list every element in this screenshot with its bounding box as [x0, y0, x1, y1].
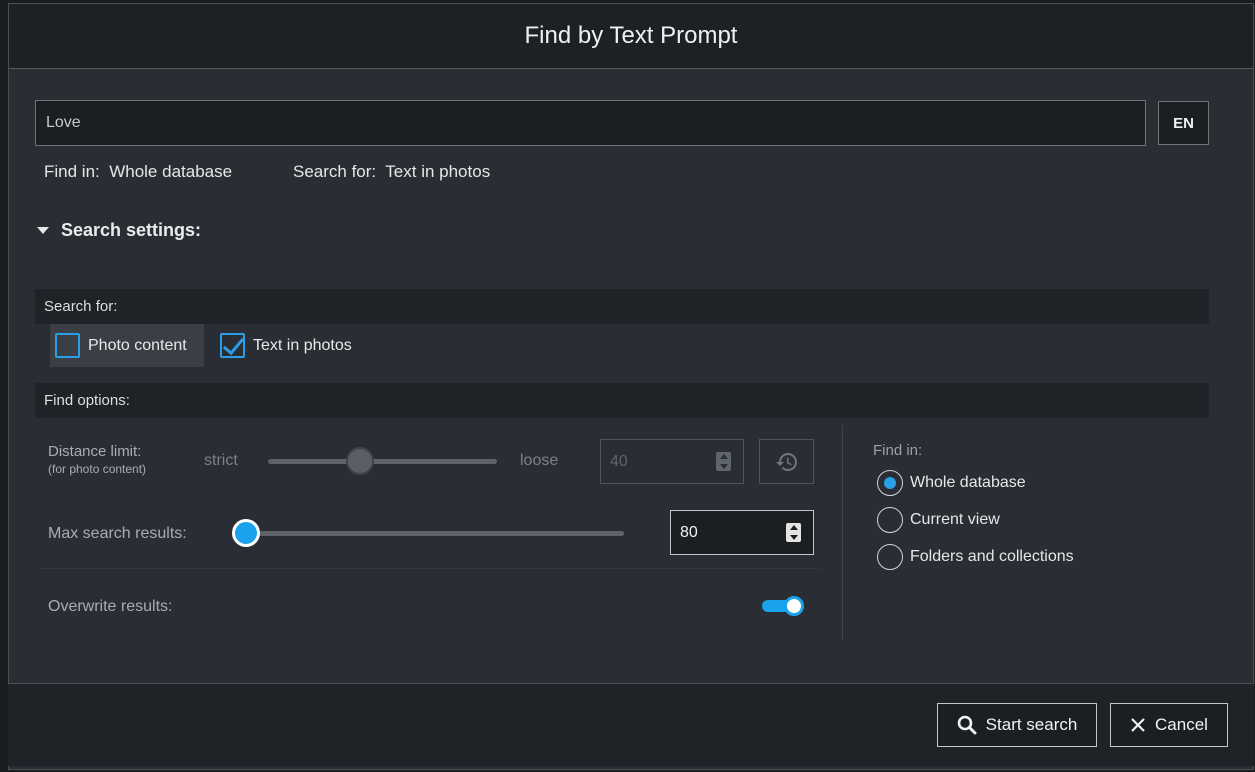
max-results-field[interactable]: 80 — [670, 510, 814, 555]
folders-collections-label: Folders and collections — [910, 548, 1074, 565]
text-in-photos-label: Text in photos — [253, 336, 352, 354]
options-divider — [40, 568, 820, 569]
distance-limit-label: Distance limit: — [48, 443, 142, 460]
summary-search-for-label: Search for: — [293, 162, 377, 181]
start-search-button[interactable]: Start search — [937, 703, 1097, 747]
find-in-divider — [842, 425, 843, 640]
cancel-button[interactable]: Cancel — [1110, 703, 1228, 747]
search-icon — [957, 715, 977, 735]
max-results-value: 80 — [680, 523, 698, 541]
photo-content-checkbox[interactable]: Photo content — [50, 324, 204, 367]
cancel-label: Cancel — [1155, 715, 1208, 734]
search-for-section-header: Search for: — [35, 289, 1209, 324]
overwrite-results-label: Overwrite results: — [48, 598, 173, 615]
summary-search-for-value: Text in photos — [385, 162, 491, 181]
triangle-down-icon — [37, 227, 49, 234]
max-results-label: Max search results: — [48, 525, 187, 542]
find-in-current-view-radio[interactable]: Current view — [877, 507, 1000, 533]
radio-selected-icon — [877, 470, 903, 496]
overwrite-results-toggle[interactable] — [762, 595, 804, 617]
history-icon — [775, 452, 797, 471]
reset-distance-button[interactable] — [759, 439, 814, 484]
distance-loose-label: loose — [520, 452, 559, 469]
find-in-whole-database-radio[interactable]: Whole database — [877, 470, 1026, 496]
max-results-slider-track[interactable] — [245, 531, 624, 536]
distance-value-field[interactable]: 40 — [600, 439, 744, 484]
current-view-label: Current view — [910, 511, 1000, 528]
start-search-label: Start search — [985, 715, 1078, 734]
find-options-section-header: Find options: — [35, 383, 1209, 418]
checkbox-icon — [55, 333, 80, 358]
summary-search-for: Search for: Text in photos — [293, 162, 490, 182]
search-settings-label: Search settings: — [61, 220, 202, 240]
text-prompt-input[interactable] — [35, 100, 1146, 146]
distance-limit-sublabel: (for photo content) — [48, 462, 147, 476]
summary-find-in-value: Whole database — [109, 162, 233, 181]
distance-slider-thumb[interactable] — [346, 447, 374, 475]
whole-database-label: Whole database — [910, 474, 1026, 491]
distance-slider-track[interactable] — [268, 459, 497, 464]
checkbox-checked-icon — [220, 333, 245, 358]
max-results-slider-thumb[interactable] — [232, 519, 260, 547]
radio-icon — [877, 544, 903, 570]
spinner-arrows-icon[interactable] — [786, 523, 801, 542]
search-settings-toggle[interactable]: Search settings: — [37, 220, 201, 241]
summary-find-in-label: Find in: — [44, 162, 100, 181]
dialog-titlebar: Find by Text Prompt — [9, 4, 1253, 69]
close-icon — [1131, 718, 1145, 732]
text-in-photos-checkbox[interactable]: Text in photos — [220, 324, 352, 367]
dialog-title: Find by Text Prompt — [524, 22, 738, 49]
spinner-arrows-icon[interactable] — [716, 452, 731, 471]
photo-content-label: Photo content — [88, 336, 187, 354]
distance-strict-label: strict — [204, 452, 238, 469]
radio-icon — [877, 507, 903, 533]
language-button[interactable]: EN — [1158, 101, 1209, 145]
summary-find-in: Find in: Whole database — [44, 162, 232, 182]
find-in-label: Find in: — [873, 442, 923, 459]
distance-value: 40 — [610, 452, 628, 470]
find-in-folders-radio[interactable]: Folders and collections — [877, 544, 1074, 570]
